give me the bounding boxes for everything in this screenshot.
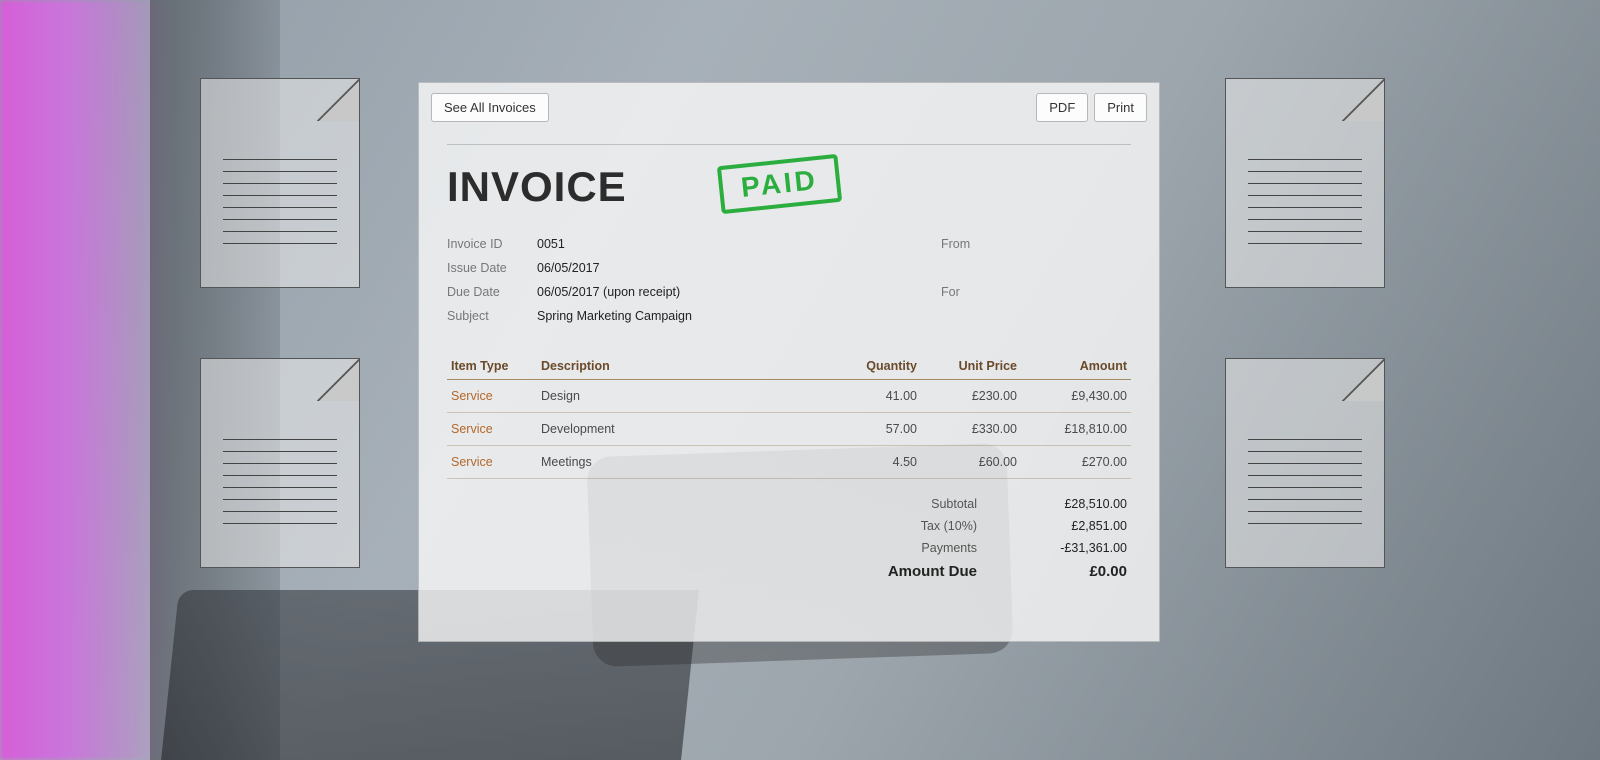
cell-qty: 41.00 bbox=[841, 380, 921, 413]
cell-unit: £230.00 bbox=[921, 380, 1021, 413]
payments-value: -£31,361.00 bbox=[1017, 541, 1127, 555]
invoice-meta: Invoice ID 0051 From Issue Date 06/05/20… bbox=[447, 237, 1131, 323]
amount-due-label: Amount Due bbox=[867, 563, 977, 580]
table-row: Service Development 57.00 £330.00 £18,81… bbox=[447, 413, 1131, 446]
invoice-id-value: 0051 bbox=[537, 237, 941, 251]
document-icon bbox=[1225, 78, 1385, 288]
payments-label: Payments bbox=[867, 541, 977, 555]
invoice-toolbar: See All Invoices PDF Print bbox=[419, 83, 1159, 132]
cell-unit: £330.00 bbox=[921, 413, 1021, 446]
invoice-document: INVOICE PAID Invoice ID 0051 From Issue … bbox=[419, 132, 1159, 584]
invoice-id-label: Invoice ID bbox=[447, 237, 537, 251]
cell-type: Service bbox=[447, 446, 537, 479]
scene-background: See All Invoices PDF Print INVOICE PAID … bbox=[0, 0, 1600, 760]
cell-type: Service bbox=[447, 380, 537, 413]
invoice-panel: See All Invoices PDF Print INVOICE PAID … bbox=[418, 82, 1160, 642]
subject-value: Spring Marketing Campaign bbox=[537, 309, 941, 323]
issue-date-value: 06/05/2017 bbox=[537, 261, 941, 275]
screen-glow bbox=[0, 0, 170, 760]
subtotal-value: £28,510.00 bbox=[1017, 497, 1127, 511]
cell-amount: £9,430.00 bbox=[1021, 380, 1131, 413]
col-description: Description bbox=[537, 353, 841, 380]
tax-label: Tax (10%) bbox=[867, 519, 977, 533]
table-row: Service Meetings 4.50 £60.00 £270.00 bbox=[447, 446, 1131, 479]
table-row: Service Design 41.00 £230.00 £9,430.00 bbox=[447, 380, 1131, 413]
cell-desc: Design bbox=[537, 380, 841, 413]
for-label: For bbox=[941, 285, 1011, 299]
cell-amount: £270.00 bbox=[1021, 446, 1131, 479]
from-label: From bbox=[941, 237, 1011, 251]
cell-amount: £18,810.00 bbox=[1021, 413, 1131, 446]
col-unit-price: Unit Price bbox=[921, 353, 1021, 380]
print-button[interactable]: Print bbox=[1094, 93, 1147, 122]
due-date-label: Due Date bbox=[447, 285, 537, 299]
cell-qty: 57.00 bbox=[841, 413, 921, 446]
due-date-value: 06/05/2017 (upon receipt) bbox=[537, 285, 941, 299]
col-item-type: Item Type bbox=[447, 353, 537, 380]
totals-block: Subtotal £28,510.00 Tax (10%) £2,851.00 Pa… bbox=[447, 493, 1131, 584]
cell-type: Service bbox=[447, 413, 537, 446]
cell-desc: Meetings bbox=[537, 446, 841, 479]
col-quantity: Quantity bbox=[841, 353, 921, 380]
document-icon bbox=[1225, 358, 1385, 568]
tax-value: £2,851.00 bbox=[1017, 519, 1127, 533]
cell-desc: Development bbox=[537, 413, 841, 446]
subtotal-label: Subtotal bbox=[867, 497, 977, 511]
pdf-button[interactable]: PDF bbox=[1036, 93, 1088, 122]
col-amount: Amount bbox=[1021, 353, 1131, 380]
line-items-table: Item Type Description Quantity Unit Pric… bbox=[447, 353, 1131, 479]
see-all-invoices-button[interactable]: See All Invoices bbox=[431, 93, 549, 122]
cell-unit: £60.00 bbox=[921, 446, 1021, 479]
document-icon bbox=[200, 358, 360, 568]
amount-due-value: £0.00 bbox=[1017, 563, 1127, 580]
document-icon bbox=[200, 78, 360, 288]
issue-date-label: Issue Date bbox=[447, 261, 537, 275]
subject-label: Subject bbox=[447, 309, 537, 323]
cell-qty: 4.50 bbox=[841, 446, 921, 479]
divider bbox=[447, 144, 1131, 145]
